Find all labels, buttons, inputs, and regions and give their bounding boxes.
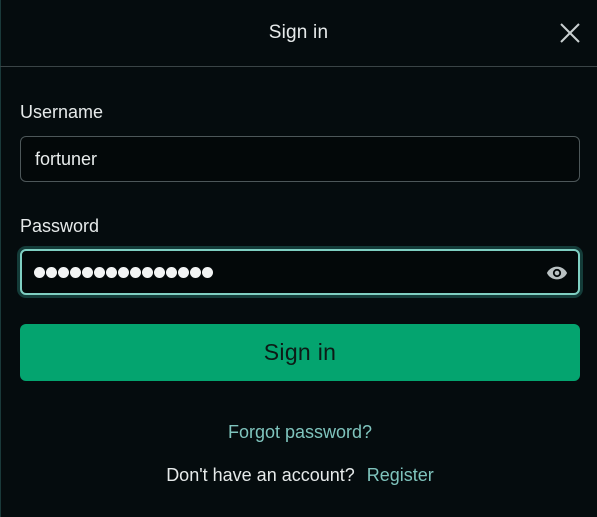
password-dot <box>94 266 105 278</box>
password-dot <box>58 266 69 278</box>
no-account-text: Don't have an account? <box>166 465 355 485</box>
password-dot <box>190 266 201 278</box>
dialog-title: Sign in <box>268 22 329 43</box>
eye-icon[interactable] <box>546 262 568 284</box>
password-dot <box>106 266 117 278</box>
password-dot <box>142 266 153 278</box>
password-dot <box>70 266 81 278</box>
password-dot <box>154 266 165 278</box>
username-field[interactable]: fortuner <box>20 136 580 182</box>
username-label: Username <box>20 102 104 122</box>
close-icon[interactable] <box>559 22 581 44</box>
password-dot <box>130 266 141 278</box>
dialog-body: Username fortuner Password Sign in Forgo… <box>0 101 597 486</box>
sign-in-dialog: Sign in Username fortuner Password Sign … <box>0 0 597 517</box>
register-row: Don't have an account? Register <box>20 465 580 486</box>
sign-in-button[interactable]: Sign in <box>20 324 580 381</box>
password-dot <box>46 266 57 278</box>
password-dot <box>202 266 213 278</box>
password-label: Password <box>20 216 100 236</box>
register-link[interactable]: Register <box>367 465 434 485</box>
password-field[interactable] <box>20 249 580 295</box>
password-dot <box>34 266 45 278</box>
forgot-password-link[interactable]: Forgot password? <box>228 422 372 442</box>
password-dot <box>178 266 189 278</box>
password-masked-value[interactable] <box>34 250 213 294</box>
password-dot <box>82 266 93 278</box>
password-dot <box>118 266 129 278</box>
username-value[interactable]: fortuner <box>35 137 97 181</box>
password-dot <box>166 266 177 278</box>
forgot-password-row: Forgot password? <box>20 422 580 443</box>
dialog-header: Sign in <box>0 0 597 67</box>
